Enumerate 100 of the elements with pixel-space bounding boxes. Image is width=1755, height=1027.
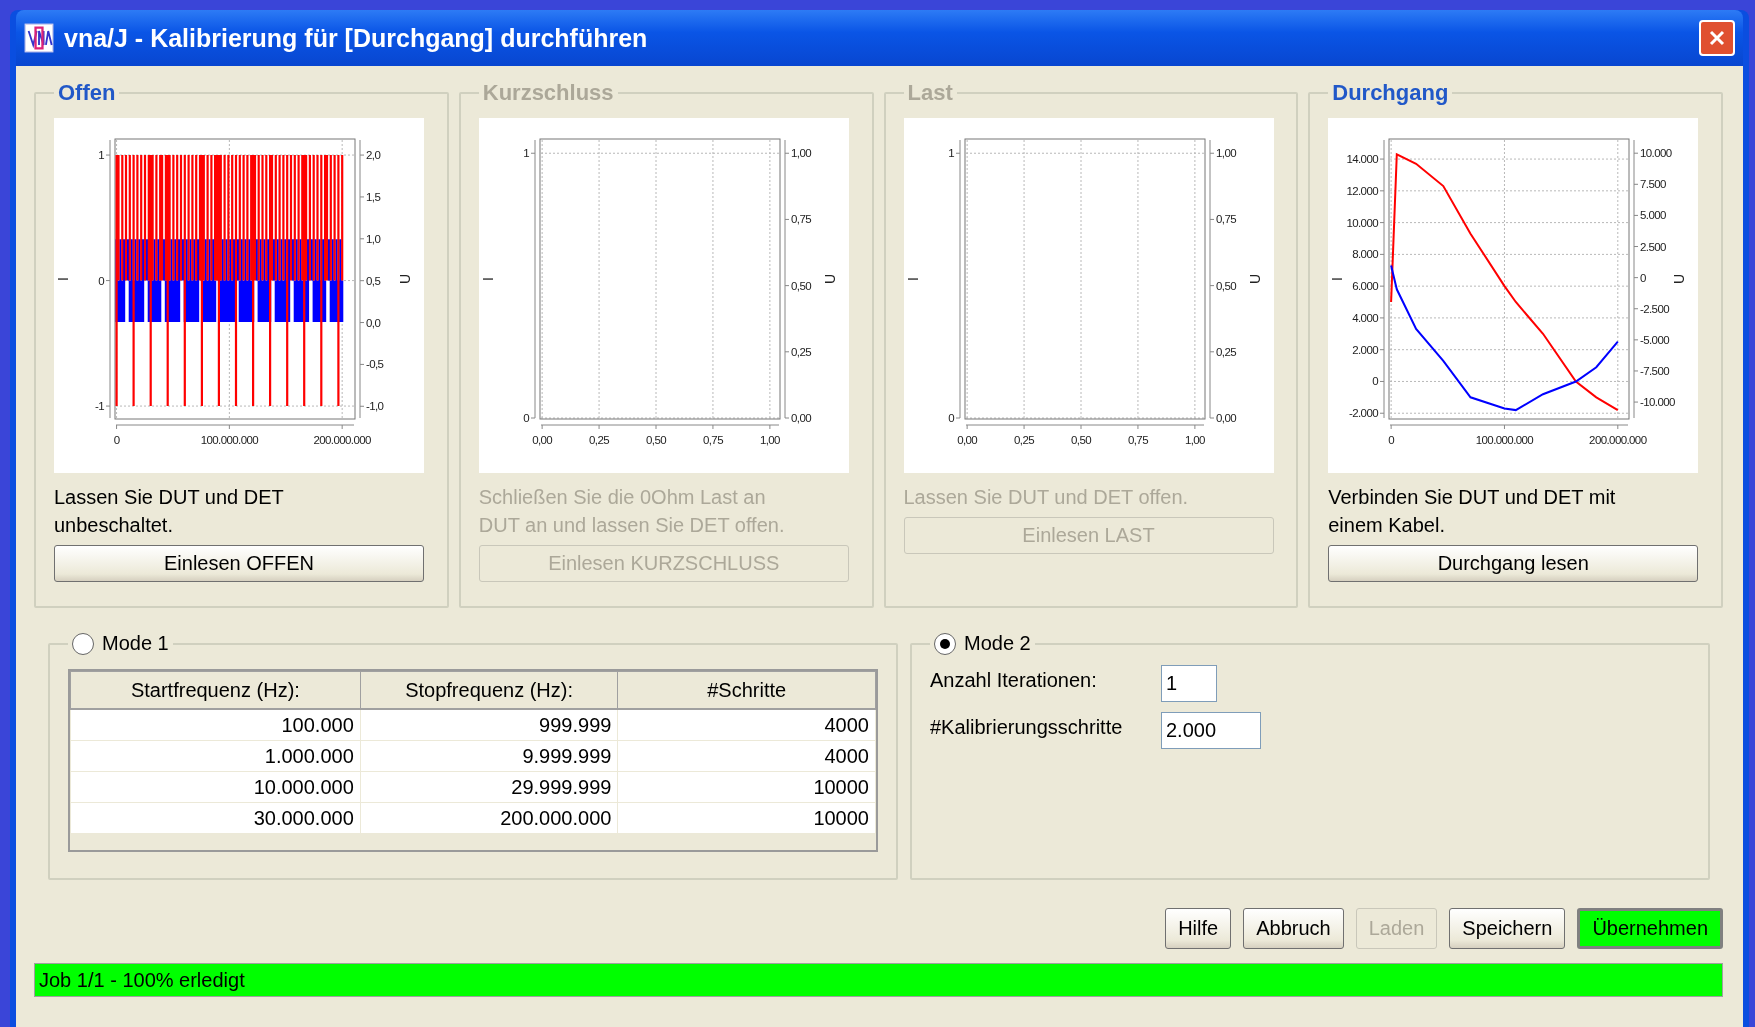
tick-label: -1,0	[366, 400, 384, 413]
tick-label: 6.000	[1352, 280, 1379, 293]
axis-label: I	[479, 277, 496, 281]
mode-radio[interactable]: Mode 1	[72, 632, 169, 655]
tick-label: 200.000.000	[1589, 434, 1647, 446]
read-button[interactable]: Durchgang lesen	[1328, 545, 1699, 582]
axis-label: U	[1671, 273, 1688, 285]
tick-label: -2.500	[1640, 302, 1670, 315]
tick-label: -10.000	[1640, 396, 1676, 409]
instruction-text: Lassen Sie DUT und DET unbeschaltet.	[54, 485, 285, 538]
tick-label: 0	[98, 274, 104, 287]
tick-label: 0,50	[1215, 279, 1236, 292]
tick-label: 0,00	[1215, 412, 1236, 424]
tick-label: 0,25	[1215, 345, 1236, 358]
tick-label: 0	[1388, 434, 1395, 446]
tick-label: 0,25	[790, 345, 811, 358]
tick-label: 200.000.000	[313, 434, 371, 446]
field-label: #Kalibrierungsschritte	[930, 715, 1124, 739]
tick-label: 100.000.000	[1476, 434, 1534, 446]
close-icon	[1707, 28, 1727, 48]
tick-label: 0	[1372, 375, 1379, 388]
tick-label: -5.000	[1640, 333, 1670, 346]
tick-label: 0,25	[588, 434, 609, 446]
read-button[interactable]: Einlesen OFFEN	[54, 545, 424, 582]
table-cell: 4000	[617, 709, 876, 741]
axis-label: U	[821, 273, 838, 285]
tick-label: 7.500	[1640, 178, 1667, 191]
tick-label: -2.000	[1349, 407, 1379, 420]
instruction-text: Lassen Sie DUT und DET offen.	[903, 485, 1190, 510]
tick-label: -0,5	[366, 358, 384, 371]
instruction-text: Verbinden Sie DUT und DET mit einem Kabel.	[1328, 485, 1617, 538]
tick-label: 1	[522, 147, 529, 160]
tick-label: 1,00	[1215, 147, 1236, 160]
table-cell: 9.999.999	[360, 740, 618, 772]
group-title: Offen	[57, 80, 117, 106]
table-cell: 10000	[617, 771, 876, 803]
tick-label: 2.000	[1352, 343, 1379, 356]
table-cell: 100.000	[70, 709, 361, 741]
axis-label: I	[1329, 277, 1346, 281]
table-cell: 29.999.999	[360, 771, 618, 803]
field-label: Anzahl Iterationen:	[930, 668, 1098, 692]
tick-label: 0,0	[366, 316, 381, 329]
tick-label: 1	[98, 149, 104, 162]
axis-label: U	[1246, 273, 1263, 285]
table-cell: 10.000.000	[70, 771, 361, 803]
tick-label: 0,50	[645, 434, 666, 446]
group-title: Kurzschluss	[481, 80, 615, 106]
tick-label: 0,75	[702, 434, 723, 446]
dialog-button[interactable]: Speichern	[1449, 908, 1566, 949]
tick-label: 1,00	[1184, 434, 1205, 446]
tick-label: 0,50	[1070, 434, 1091, 446]
tick-label: 0,25	[1013, 434, 1034, 446]
tick-label: 10.000	[1346, 216, 1379, 229]
tick-label: 2.500	[1640, 240, 1667, 253]
app-icon	[24, 23, 54, 53]
tick-label: 0,00	[531, 434, 552, 446]
tick-label: 1	[947, 147, 954, 160]
tick-label: 12.000	[1346, 184, 1379, 197]
axis-label: I	[904, 277, 921, 281]
tick-label: 2,0	[366, 149, 381, 162]
tick-label: 1,00	[759, 434, 780, 446]
table-cell: 1.000.000	[70, 740, 361, 772]
column-header[interactable]: Stopfrequenz (Hz):	[360, 671, 618, 709]
mode-radio[interactable]: Mode 2	[934, 632, 1031, 655]
column-header[interactable]: #Schritte	[617, 671, 876, 709]
axis-label: I	[55, 277, 71, 281]
tick-label: 0	[522, 412, 529, 424]
table-cell: 4000	[617, 740, 876, 772]
tick-label: 1,0	[366, 232, 381, 245]
tick-label: 0,50	[790, 279, 811, 292]
table-cell: 30.000.000	[70, 802, 361, 834]
status-text: Job 1/1 - 100% erledigt	[38, 969, 245, 991]
group-title: Last	[906, 80, 954, 106]
tick-label: -1	[94, 400, 104, 413]
number-field[interactable]: 1	[1161, 665, 1217, 702]
dialog-button[interactable]: Abbruch	[1243, 908, 1344, 949]
tick-label: -7.500	[1640, 364, 1670, 377]
column-header[interactable]: Startfrequenz (Hz):	[70, 671, 361, 709]
tick-label: 0,75	[790, 213, 811, 226]
table-cell: 999.999	[360, 709, 618, 741]
tick-label: 1,5	[366, 190, 381, 203]
tick-label: 0	[113, 434, 120, 446]
tick-label: 10.000	[1640, 147, 1672, 160]
table-cell: 200.000.000	[360, 802, 618, 834]
tick-label: 0,75	[1215, 213, 1236, 226]
tick-label: 0,5	[366, 274, 381, 287]
dialog-button[interactable]: Hilfe	[1165, 908, 1232, 949]
window-title: vna/J - Kalibrierung für [Durchgang] durchführen	[64, 23, 649, 53]
number-field[interactable]: 2.000	[1161, 712, 1262, 749]
tick-label: 0	[1640, 271, 1647, 284]
tick-label: 100.000.000	[200, 434, 259, 446]
instruction-text: Schließen Sie die 0Ohm Last an DUT an und lassen Sie DET offen.	[478, 485, 786, 538]
group-title: Durchgang	[1331, 80, 1450, 106]
close-button[interactable]	[1699, 20, 1735, 56]
dialog-button[interactable]: Übernehmen	[1577, 908, 1723, 949]
tick-label: 4.000	[1352, 311, 1379, 324]
tick-label: 5.000	[1640, 209, 1667, 222]
tick-label: 1,00	[790, 147, 811, 160]
tick-label: 8.000	[1352, 248, 1379, 261]
axis-label: U	[397, 273, 413, 285]
